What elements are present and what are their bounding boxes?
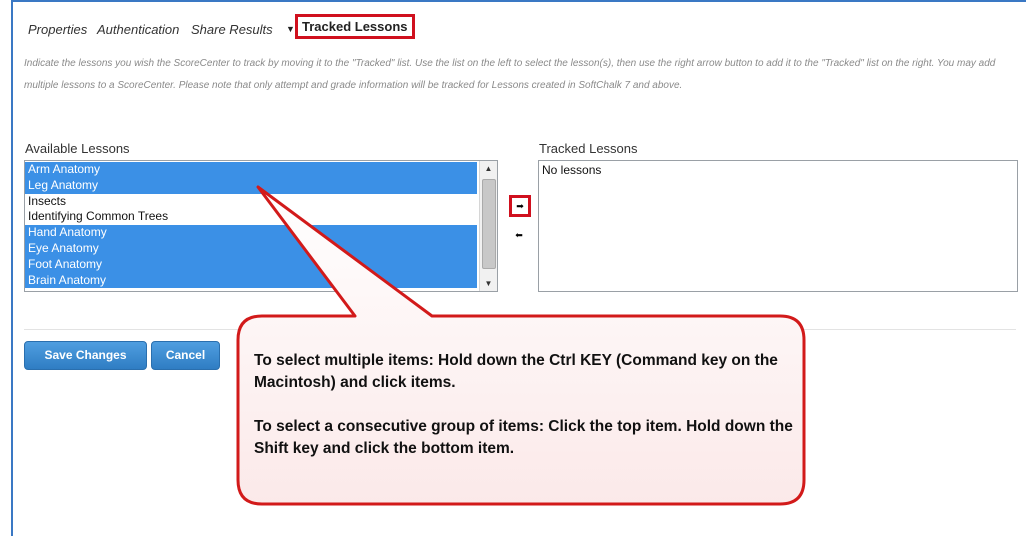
available-lessons-label: Available Lessons xyxy=(25,141,130,156)
move-left-button[interactable]: ⬅ xyxy=(512,229,526,241)
list-item[interactable]: Insects xyxy=(25,194,477,210)
available-lessons-listbox[interactable]: Arm Anatomy Leg Anatomy Insects Identifying… xyxy=(24,160,498,292)
scrollbar-thumb[interactable] xyxy=(482,179,496,269)
tab-share-results[interactable]: Share Results xyxy=(191,22,273,37)
callout-line-consecutive: To select a consecutive group of items: … xyxy=(254,418,793,457)
tab-authentication[interactable]: Authentication xyxy=(97,22,179,37)
scroll-down-icon[interactable]: ▼ xyxy=(480,276,497,291)
available-lessons-items: Arm Anatomy Leg Anatomy Insects Identifying… xyxy=(25,162,477,289)
scroll-up-icon[interactable]: ▲ xyxy=(480,161,497,176)
tracked-empty-text: No lessons xyxy=(542,163,602,177)
list-item[interactable]: Hand Anatomy xyxy=(25,225,477,241)
list-item[interactable]: Foot Anatomy xyxy=(25,256,477,273)
callout-line-multiple: To select multiple items: Hold down the … xyxy=(254,352,778,391)
tab-tracked-lessons[interactable]: Tracked Lessons xyxy=(295,14,415,39)
window-top-border xyxy=(11,0,1026,2)
list-item[interactable]: Brain Anatomy xyxy=(25,272,477,289)
tracked-lessons-listbox[interactable]: No lessons xyxy=(538,160,1018,292)
callout-text: To select multiple items: Hold down the … xyxy=(254,350,794,460)
tab-properties[interactable]: Properties xyxy=(28,22,87,37)
instructions-text: Indicate the lessons you wish the ScoreC… xyxy=(24,58,996,91)
list-item[interactable]: Identifying Common Trees xyxy=(25,209,477,225)
cancel-button[interactable]: Cancel xyxy=(151,341,220,370)
arrow-left-icon: ⬅ xyxy=(515,230,523,240)
move-right-button[interactable]: ➡ xyxy=(509,195,531,217)
list-item[interactable]: Eye Anatomy xyxy=(25,240,477,257)
caret-down-icon: ▼ xyxy=(286,24,295,34)
section-divider xyxy=(24,329,1016,330)
listbox-scrollbar[interactable]: ▲ ▼ xyxy=(479,161,497,291)
list-item[interactable]: Arm Anatomy xyxy=(25,162,477,178)
tracked-lessons-label: Tracked Lessons xyxy=(539,141,638,156)
save-changes-button[interactable]: Save Changes xyxy=(24,341,147,370)
arrow-right-icon: ➡ xyxy=(516,201,524,211)
window-left-border xyxy=(11,0,13,536)
list-item[interactable]: Leg Anatomy xyxy=(25,177,477,194)
